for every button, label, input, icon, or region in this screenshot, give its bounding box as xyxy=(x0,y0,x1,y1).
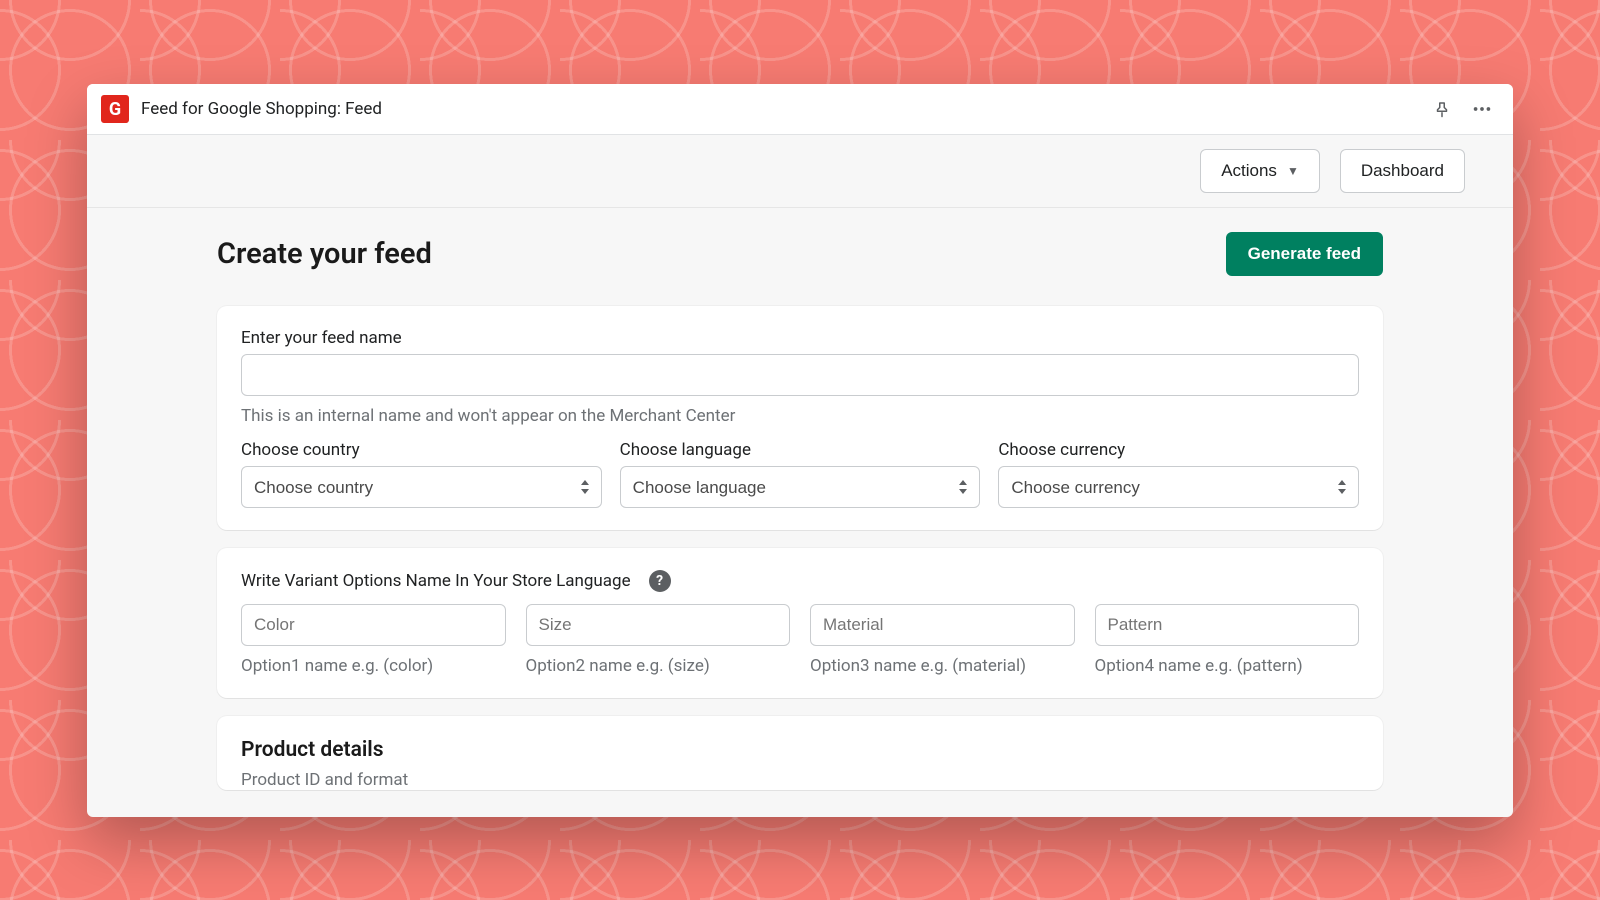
option4-input[interactable] xyxy=(1095,604,1360,646)
option2-input[interactable] xyxy=(526,604,791,646)
product-details-subtitle: Product ID and format xyxy=(241,770,1359,790)
feed-name-label: Enter your feed name xyxy=(241,328,1359,348)
variant-heading: Write Variant Options Name In Your Store… xyxy=(241,571,631,591)
app-logo-icon: G xyxy=(101,95,129,123)
option1-hint: Option1 name e.g. (color) xyxy=(241,656,506,676)
titlebar: G Feed for Google Shopping: Feed xyxy=(87,84,1513,135)
product-details-card: Product details Product ID and format xyxy=(217,716,1383,790)
country-label: Choose country xyxy=(241,440,602,460)
toolbar: Actions ▼ Dashboard xyxy=(87,135,1513,208)
generate-feed-button[interactable]: Generate feed xyxy=(1226,232,1383,276)
country-select[interactable]: Choose country xyxy=(241,466,602,508)
feed-name-input[interactable] xyxy=(241,354,1359,396)
feed-settings-card: Enter your feed name This is an internal… xyxy=(217,306,1383,530)
actions-button[interactable]: Actions ▼ xyxy=(1200,149,1320,193)
feed-name-helper: This is an internal name and won't appea… xyxy=(241,406,1359,426)
option4-hint: Option4 name e.g. (pattern) xyxy=(1095,656,1360,676)
pin-icon[interactable] xyxy=(1427,94,1457,124)
currency-select[interactable]: Choose currency xyxy=(998,466,1359,508)
page-title: Create your feed xyxy=(217,237,432,271)
page-body: Create your feed Generate feed Enter you… xyxy=(87,208,1513,817)
caret-down-icon: ▼ xyxy=(1287,164,1299,178)
dashboard-label: Dashboard xyxy=(1361,161,1444,181)
option3-hint: Option3 name e.g. (material) xyxy=(810,656,1075,676)
app-title: Feed for Google Shopping: Feed xyxy=(141,99,382,119)
more-icon[interactable] xyxy=(1465,92,1499,126)
variant-options-card: Write Variant Options Name In Your Store… xyxy=(217,548,1383,698)
product-details-title: Product details xyxy=(241,738,1359,762)
actions-label: Actions xyxy=(1221,161,1277,181)
language-select[interactable]: Choose language xyxy=(620,466,981,508)
currency-label: Choose currency xyxy=(998,440,1359,460)
dashboard-button[interactable]: Dashboard xyxy=(1340,149,1465,193)
option2-hint: Option2 name e.g. (size) xyxy=(526,656,791,676)
option1-input[interactable] xyxy=(241,604,506,646)
language-label: Choose language xyxy=(620,440,981,460)
app-window: G Feed for Google Shopping: Feed Actions… xyxy=(87,84,1513,817)
option3-input[interactable] xyxy=(810,604,1075,646)
help-icon[interactable]: ? xyxy=(649,570,671,592)
